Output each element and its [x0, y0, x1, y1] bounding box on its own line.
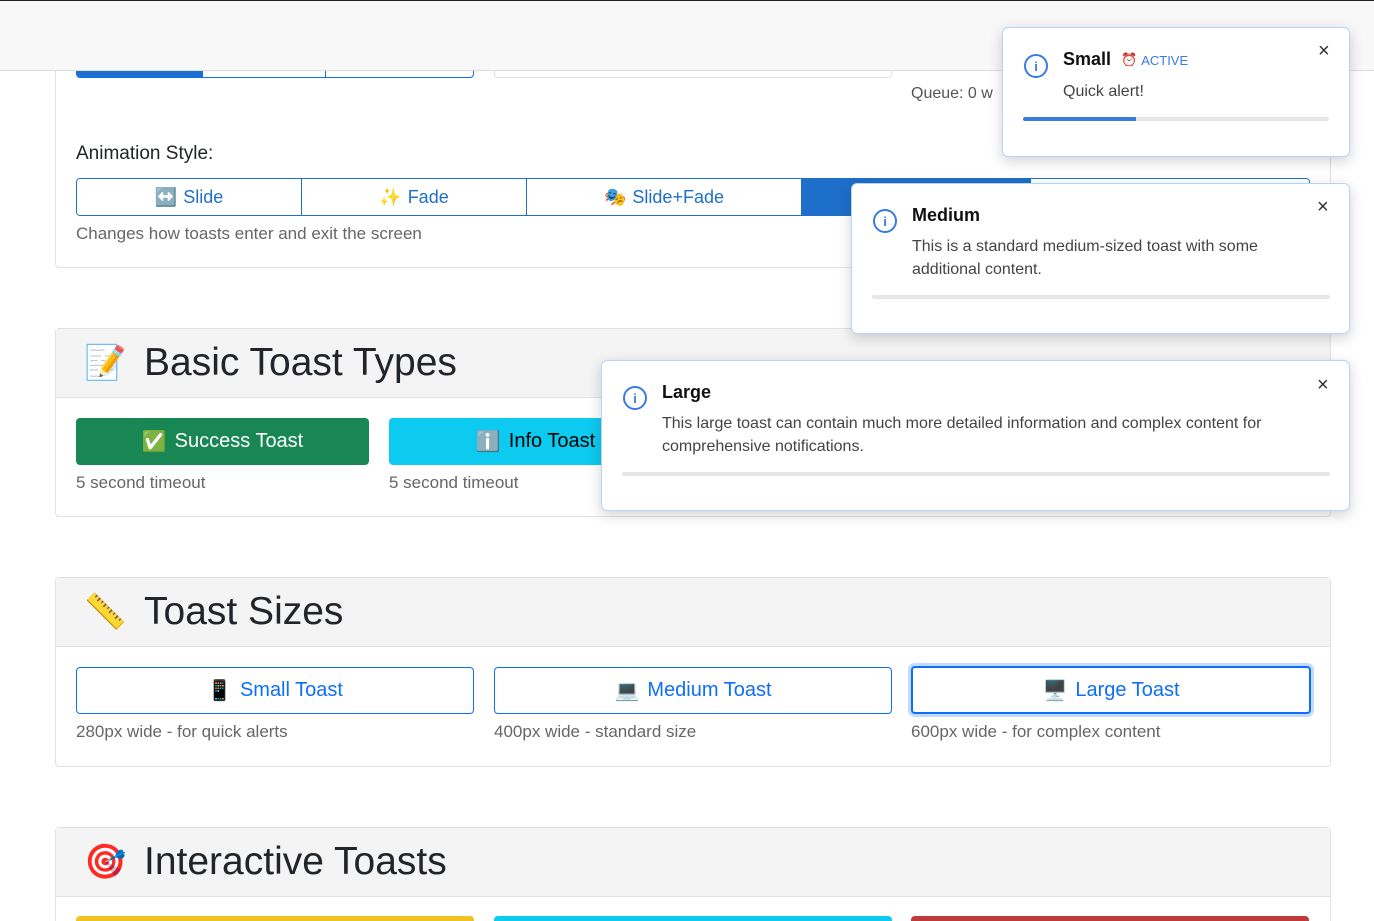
toast-title: Medium: [912, 205, 981, 225]
card-header: 🎯 Interactive Toasts: [56, 828, 1330, 897]
laptop-icon: 💻: [614, 680, 640, 702]
toast-body: This large toast can contain much more d…: [662, 415, 1262, 455]
danger-button-top[interactable]: [911, 916, 1309, 921]
close-icon[interactable]: ×: [1317, 374, 1329, 397]
toast-progress: [872, 295, 1330, 299]
toast-title: Large: [662, 382, 712, 402]
info-circle-icon: i: [623, 386, 647, 410]
info-circle-icon: i: [1024, 54, 1048, 78]
target-icon: 🎯: [84, 843, 127, 881]
medium-help-text: 400px wide - standard size: [494, 722, 697, 741]
toast-progress: [622, 472, 1330, 476]
section-title: Interactive Toasts: [144, 840, 447, 883]
active-badge: ⏰ ACTIVE: [1121, 52, 1189, 68]
card-header: 📏 Toast Sizes: [56, 578, 1330, 647]
memo-icon: 📝: [84, 344, 127, 382]
arrows-icon: ↔️: [154, 186, 178, 207]
warning-button-top[interactable]: [76, 916, 474, 921]
toast-title: Small: [1063, 49, 1112, 69]
close-icon[interactable]: ×: [1317, 196, 1329, 219]
small-help-text: 280px wide - for quick alerts: [76, 722, 288, 741]
large-help-text: 600px wide - for complex content: [911, 722, 1161, 741]
toast-body: This is a standard medium-sized toast wi…: [912, 238, 1258, 278]
small-toast: i Small ⏰ ACTIVE × Quick alert!: [1002, 27, 1350, 157]
ruler-icon: 📏: [84, 593, 127, 631]
animation-slide-button[interactable]: ↔️ Slide: [77, 179, 302, 215]
animation-help-text: Changes how toasts enter and exit the sc…: [76, 224, 422, 243]
toast-progress: [1023, 117, 1329, 121]
large-toast-button[interactable]: 🖥️ Large Toast: [911, 666, 1311, 714]
check-icon: ✅: [141, 431, 167, 453]
success-toast-button[interactable]: ✅ Success Toast: [76, 418, 369, 465]
sparkles-icon: ✨: [379, 186, 402, 207]
phone-icon: 📱: [207, 680, 232, 702]
toast-body: Quick alert!: [1063, 83, 1144, 100]
info-help-text: 5 second timeout: [389, 473, 519, 492]
animation-slide-fade-button[interactable]: 🎭 Slide+Fade: [527, 179, 802, 215]
info-button-top[interactable]: [494, 916, 892, 921]
large-toast: i Large × This large toast can contain m…: [601, 360, 1350, 511]
section-title: Basic Toast Types: [144, 341, 457, 384]
masks-icon: 🎭: [604, 186, 627, 207]
desktop-icon: 🖥️: [1042, 679, 1068, 702]
animation-fade-button[interactable]: ✨ Fade: [302, 179, 527, 215]
interactive-toasts-card: 🎯 Interactive Toasts: [55, 827, 1331, 921]
medium-toast: i Medium × This is a standard medium-siz…: [851, 183, 1350, 334]
small-toast-button[interactable]: 📱 Small Toast: [76, 667, 474, 714]
info-circle-icon: i: [873, 209, 897, 233]
section-title: Toast Sizes: [144, 590, 344, 633]
animation-style-label: Animation Style:: [76, 143, 214, 164]
info-icon: ℹ️: [475, 431, 501, 453]
medium-toast-button[interactable]: 💻 Medium Toast: [494, 667, 892, 714]
queue-status: Queue: 0 w: [911, 85, 993, 102]
close-icon[interactable]: ×: [1318, 40, 1330, 63]
alarm-clock-icon: ⏰: [1121, 52, 1138, 67]
success-help-text: 5 second timeout: [76, 473, 206, 492]
